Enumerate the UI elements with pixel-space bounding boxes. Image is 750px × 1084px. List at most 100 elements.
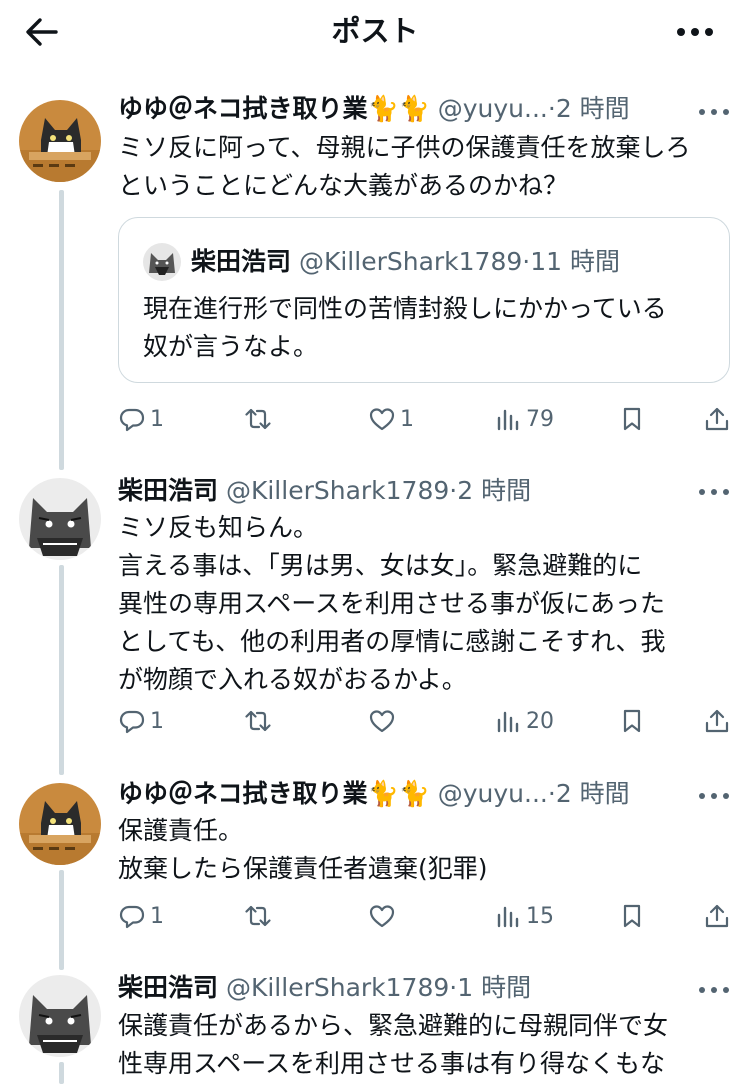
like-button[interactable]: [368, 901, 400, 931]
timestamp[interactable]: 1 時間: [457, 973, 531, 1002]
reply-count: 1: [150, 406, 164, 432]
timestamp[interactable]: 2 時間: [556, 94, 630, 123]
quote-timestamp: 11 時間: [530, 247, 620, 276]
share-button[interactable]: [703, 901, 731, 931]
text-line: 保護責任があるから、緊急避難的に母親同伴で女: [118, 1011, 669, 1040]
post-more-button[interactable]: [694, 480, 734, 504]
more-options-button[interactable]: [672, 12, 718, 52]
share-icon: [705, 407, 729, 431]
post-text: ミソ反に阿って、母親に子供の保護責任を放棄しろ ということにどんな大義があるのか…: [118, 129, 728, 205]
views-button[interactable]: 15: [494, 901, 554, 931]
avatar[interactable]: [19, 100, 101, 182]
bookmark-button[interactable]: [618, 404, 646, 434]
repost-button[interactable]: [244, 404, 276, 434]
thread-line: [59, 1062, 64, 1084]
top-bar: ポスト: [0, 0, 750, 62]
quote-handle: @KillerShark1789: [298, 247, 523, 276]
share-icon: [705, 709, 729, 733]
text-line: ということにどんな大義があるのかね？: [118, 171, 569, 200]
heart-icon: [369, 710, 395, 733]
user-handle[interactable]: @KillerShark1789: [226, 476, 449, 505]
bookmark-icon: [623, 407, 641, 431]
like-count: 1: [400, 406, 414, 432]
post-meta: ゆゆ＠ネコ拭き取り業🐈🐈 @yuyu...·2 時間: [118, 91, 630, 127]
quote-avatar: [143, 243, 181, 281]
cat-emoji-icon: 🐈🐈: [367, 779, 430, 808]
view-count: 20: [526, 708, 554, 734]
post-meta: 柴田浩司 @KillerShark1789·2 時間: [118, 473, 531, 509]
reply-button[interactable]: 1: [118, 706, 164, 736]
more-horizontal-icon: [699, 793, 729, 799]
cat-avatar-image: [19, 783, 101, 865]
like-button[interactable]: [368, 706, 400, 736]
text-line: が物顔で入れる奴がおるかよ。: [118, 665, 467, 694]
more-horizontal-icon: [699, 489, 729, 495]
text-line: 保護責任。: [118, 816, 244, 845]
bar-chart-icon: [497, 409, 519, 431]
view-count: 15: [526, 903, 554, 929]
repost-icon: [245, 408, 271, 430]
reply-button[interactable]: 1: [118, 901, 164, 931]
user-handle[interactable]: @yuyu...: [438, 779, 548, 808]
avatar[interactable]: [19, 783, 101, 865]
repost-icon: [245, 710, 271, 732]
display-name[interactable]: 柴田浩司: [118, 973, 218, 1002]
text-line: 性専用スペースを利用させる事は有り得なくもな: [118, 1049, 666, 1078]
thread-line: [59, 870, 64, 970]
more-horizontal-icon: [677, 28, 713, 36]
post-text: 保護責任。 放棄したら保護責任者遺棄(犯罪): [118, 812, 728, 888]
quoted-post[interactable]: 柴田浩司 @KillerShark1789·11 時間 現在進行形で同性の苦情封…: [118, 217, 730, 383]
thread-line: [59, 190, 64, 470]
user-handle[interactable]: @KillerShark1789: [226, 973, 449, 1002]
timestamp[interactable]: 2 時間: [457, 476, 531, 505]
text-line: 現在進行形で同性の苦情封殺しにかかっている: [143, 294, 667, 323]
display-name[interactable]: ゆゆ＠ネコ拭き取り業: [118, 779, 368, 808]
cat-avatar-image: [19, 100, 101, 182]
repost-button[interactable]: [244, 706, 276, 736]
avatar[interactable]: [19, 478, 101, 560]
post-more-button[interactable]: [694, 978, 734, 1002]
bookmark-icon: [623, 904, 641, 928]
post-meta: 柴田浩司 @KillerShark1789·1 時間: [118, 970, 531, 1006]
repost-button[interactable]: [244, 901, 276, 931]
bookmark-button[interactable]: [618, 706, 646, 736]
display-name[interactable]: 柴田浩司: [118, 476, 218, 505]
views-button[interactable]: 79: [494, 404, 554, 434]
share-button[interactable]: [703, 404, 731, 434]
like-button[interactable]: 1: [368, 404, 414, 434]
thread-line: [59, 565, 64, 775]
views-button[interactable]: 20: [494, 706, 554, 736]
heart-icon: [369, 905, 395, 928]
cat-emoji-icon: 🐈🐈: [367, 94, 430, 123]
bookmark-button[interactable]: [618, 901, 646, 931]
post-more-button[interactable]: [694, 784, 734, 808]
reply-icon: [119, 905, 145, 929]
quote-display-name: 柴田浩司: [191, 247, 292, 276]
view-count: 79: [526, 406, 554, 432]
text-line: ミソ反も知らん。: [118, 513, 319, 542]
more-horizontal-icon: [699, 109, 729, 115]
reply-icon: [119, 710, 145, 734]
text-line: としても、他の利用者の厚情に感謝こそすれ、我: [118, 627, 666, 656]
display-name[interactable]: ゆゆ＠ネコ拭き取り業: [118, 94, 368, 123]
bookmark-icon: [623, 709, 641, 733]
user-handle[interactable]: @yuyu...: [438, 94, 548, 123]
share-button[interactable]: [703, 706, 731, 736]
post-actions: 1 15: [118, 901, 738, 931]
text-line: ミソ反に阿って、母親に子供の保護責任を放棄しろ: [118, 133, 691, 162]
post-text: 保護責任があるから、緊急避難的に母親同伴で女 性専用スペースを利用させる事は有り…: [118, 1007, 728, 1083]
post-actions: 1 20: [118, 706, 738, 736]
heart-icon: [369, 408, 395, 431]
text-line: 言える事は、「男は男、女は女」。緊急避難的に: [118, 551, 643, 580]
separator-dot: ·: [547, 779, 556, 808]
post-more-button[interactable]: [694, 100, 734, 124]
wolf-avatar-image: [19, 975, 101, 1057]
separator-dot: ·: [547, 94, 556, 123]
text-line: 異性の専用スペースを利用させる事が仮にあった: [118, 589, 666, 618]
reply-count: 1: [150, 903, 164, 929]
avatar[interactable]: [19, 975, 101, 1057]
more-horizontal-icon: [699, 987, 729, 993]
reply-button[interactable]: 1: [118, 404, 164, 434]
timestamp[interactable]: 2 時間: [556, 779, 630, 808]
bar-chart-icon: [497, 711, 519, 733]
